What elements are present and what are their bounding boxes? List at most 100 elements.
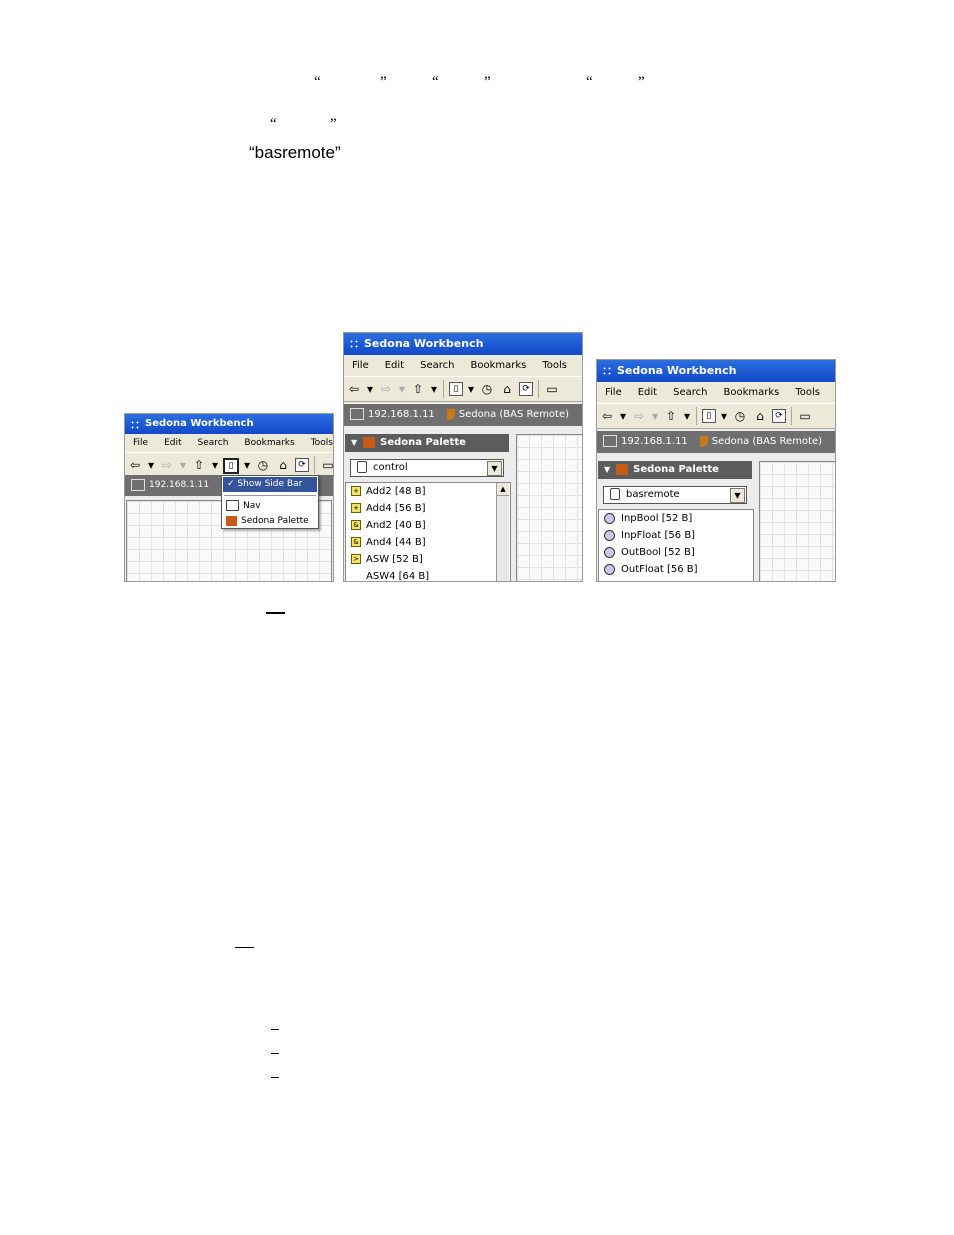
quote-open-1: “ (314, 74, 321, 90)
menu-window[interactable]: W (575, 357, 582, 375)
sidebar-dropdown-menu: ✓ Show Side Bar Nav Sedona Palette (221, 475, 319, 529)
up-icon[interactable]: ⇧ (410, 381, 426, 397)
history-icon[interactable]: ◷ (255, 457, 271, 473)
home-icon[interactable]: ⌂ (752, 408, 768, 424)
menu-tools[interactable]: Tools (787, 384, 828, 402)
menu-bar: FileEditSearchBookmarksToolsW (597, 384, 835, 402)
history-icon[interactable]: ◷ (479, 381, 495, 397)
home-icon[interactable]: ⌂ (499, 381, 515, 397)
chevron-down-icon[interactable]: ▾ (683, 408, 691, 424)
sidebar-toggle-icon[interactable]: ▯ (449, 382, 463, 396)
forward-icon[interactable]: ⇨ (631, 408, 647, 424)
refresh-icon[interactable]: ⟳ (295, 458, 309, 472)
back-icon[interactable]: ⇦ (346, 381, 362, 397)
list-item-label: ASW4 [64 B] (366, 571, 430, 582)
refresh-icon[interactable]: ⟳ (772, 409, 786, 423)
list-item[interactable]: + Add2 [48 B] (346, 483, 510, 500)
address-text[interactable]: 192.168.1.11 (368, 409, 435, 420)
refresh-icon[interactable]: ⟳ (519, 382, 533, 396)
menu-tools[interactable]: Tools (303, 434, 333, 452)
chevron-down-icon[interactable]: ▾ (366, 381, 374, 397)
menu-item-sedona-palette[interactable]: Sedona Palette (222, 514, 318, 529)
menu-edit[interactable]: Edit (630, 384, 665, 402)
chevron-down-icon[interactable]: ▾ (720, 408, 728, 424)
app-icon (130, 420, 140, 430)
component-icon: + (351, 486, 361, 496)
home-icon[interactable]: ⌂ (275, 457, 291, 473)
chevron-down-icon[interactable]: ▼ (487, 461, 502, 476)
scroll-up-icon[interactable]: ▲ (497, 483, 509, 496)
chevron-down-icon[interactable]: ▾ (211, 457, 219, 473)
menu-search[interactable]: Search (412, 357, 462, 375)
chevron-down-icon[interactable]: ▾ (651, 408, 659, 424)
menu-bookmarks[interactable]: Bookmarks (462, 357, 534, 375)
chevron-down-icon[interactable]: ▾ (179, 457, 187, 473)
chevron-down-icon[interactable]: ▼ (730, 488, 745, 503)
location-text[interactable]: Sedona (BAS Remote) (459, 409, 569, 420)
menu-window[interactable]: W (828, 384, 835, 402)
menu-edit[interactable]: Edit (377, 357, 412, 375)
menu-bookmarks[interactable]: Bookmarks (236, 434, 302, 452)
location-text[interactable]: Sedona (BAS Remote) (712, 436, 822, 447)
menu-bookmarks[interactable]: Bookmarks (715, 384, 787, 402)
list-item-label: ASW [52 B] (366, 554, 423, 565)
chevron-down-icon[interactable]: ▾ (467, 381, 475, 397)
wiresheet-canvas[interactable] (759, 461, 835, 581)
folder-icon[interactable]: ▭ (797, 408, 813, 424)
menu-file[interactable]: File (597, 384, 630, 402)
chevron-down-icon[interactable]: ▾ (147, 457, 155, 473)
list-item[interactable]: > ASW [52 B] (346, 551, 510, 568)
history-icon[interactable]: ◷ (732, 408, 748, 424)
forward-icon[interactable]: ⇨ (159, 457, 175, 473)
up-icon[interactable]: ⇧ (663, 408, 679, 424)
wiresheet-canvas[interactable] (516, 434, 582, 581)
menu-search[interactable]: Search (665, 384, 715, 402)
forward-icon[interactable]: ⇨ (378, 381, 394, 397)
menu-search[interactable]: Search (190, 434, 237, 452)
list-item[interactable]: & And4 [44 B] (346, 534, 510, 551)
kit-select[interactable]: control ▼ (350, 459, 504, 477)
menu-tools[interactable]: Tools (534, 357, 575, 375)
folder-icon[interactable]: ▭ (544, 381, 560, 397)
component-circle-icon (604, 563, 615, 575)
folder-icon[interactable]: ▭ (320, 457, 333, 473)
list-item[interactable]: ASW4 [64 B] (346, 568, 510, 582)
quote-close-1: ” (380, 74, 387, 90)
sidebar-toggle-icon[interactable]: ▯ (223, 458, 239, 474)
back-icon[interactable]: ⇦ (127, 457, 143, 473)
list-item-label: InpBool [52 B] (621, 513, 693, 524)
check-icon: ✓ (227, 479, 235, 489)
list-item[interactable]: + Add4 [56 B] (346, 500, 510, 517)
list-item[interactable]: & And2 [40 B] (346, 517, 510, 534)
list-item[interactable]: OutBool [52 B] (599, 544, 753, 561)
kit-select[interactable]: basremote ▼ (603, 486, 747, 504)
quote-close-4: ” (330, 116, 337, 132)
collapse-icon[interactable]: ▼ (351, 434, 357, 452)
menu-edit[interactable]: Edit (156, 434, 189, 452)
toolbar: ⇦ ▾ ⇨ ▾ ⇧ ▾ ▯ ▾ ◷ ⌂ ⟳ ▭ (344, 376, 582, 402)
list-item[interactable]: InpFloat [56 B] (599, 527, 753, 544)
palette-header: ▼ Sedona Palette (345, 434, 509, 452)
menu-file[interactable]: File (344, 357, 377, 375)
palette-scrollbar[interactable]: ▲ (496, 483, 509, 581)
menu-item-nav[interactable]: Nav (222, 499, 318, 514)
chevron-down-icon[interactable]: ▾ (619, 408, 627, 424)
address-text[interactable]: 192.168.1.11 (149, 480, 209, 490)
menu-item-show-side-bar[interactable]: ✓ Show Side Bar (223, 477, 317, 492)
list-item[interactable]: InpBool [52 B] (599, 510, 753, 527)
chevron-down-icon[interactable]: ▾ (430, 381, 438, 397)
show-side-bar-label: Show Side Bar (237, 479, 303, 489)
nav-label: Nav (243, 501, 261, 511)
back-icon[interactable]: ⇦ (599, 408, 615, 424)
collapse-icon[interactable]: ▼ (604, 461, 610, 479)
address-text[interactable]: 192.168.1.11 (621, 436, 688, 447)
up-icon[interactable]: ⇧ (191, 457, 207, 473)
chevron-down-icon[interactable]: ▾ (398, 381, 406, 397)
chevron-down-icon[interactable]: ▾ (243, 457, 251, 473)
list-item[interactable]: OutFloat [56 B] (599, 561, 753, 578)
dash-mark (271, 1077, 279, 1078)
menu-file[interactable]: File (125, 434, 156, 452)
sidebar-toggle-icon[interactable]: ▯ (702, 409, 716, 423)
list-item-label: InpFloat [56 B] (621, 530, 696, 541)
kit-select-value: basremote (626, 489, 680, 500)
